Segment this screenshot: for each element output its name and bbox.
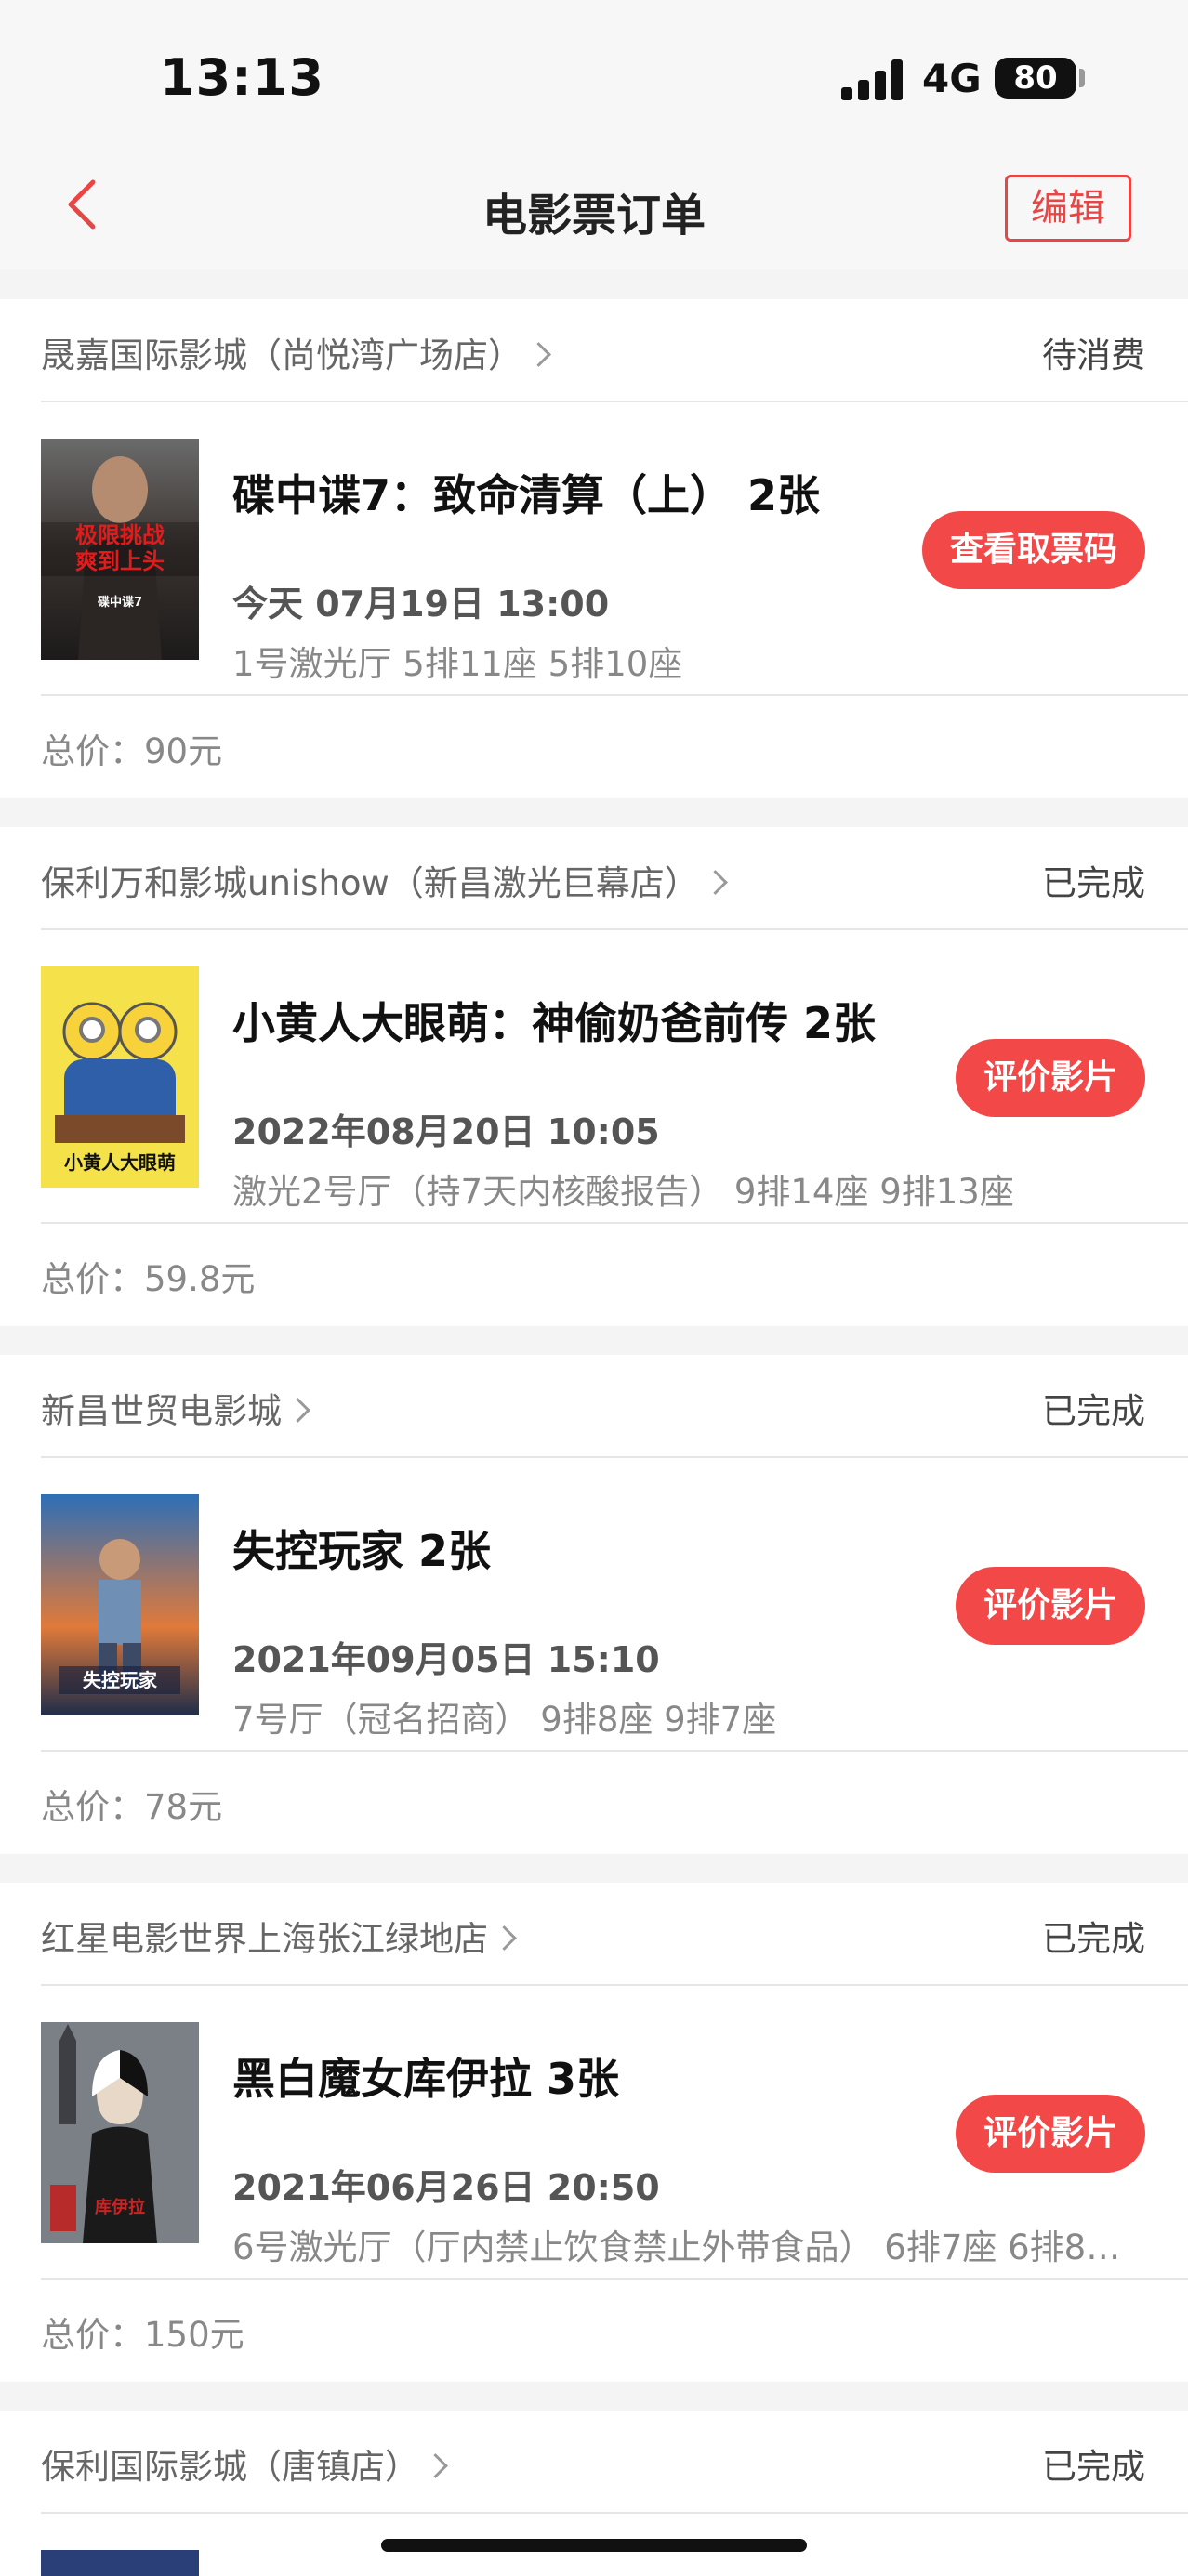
cinema-header[interactable]: 新昌世贸电影城 已完成 bbox=[0, 1355, 1188, 1457]
order-card[interactable]: 保利万和影城unishow（新昌激光巨幕店） 已完成 小黄人大眼萌 小黄人大眼萌… bbox=[0, 827, 1188, 1326]
divider bbox=[41, 1750, 1188, 1752]
seat-info: 1号激光厅 5排11座 5排10座 bbox=[232, 644, 683, 684]
divider bbox=[41, 2512, 1188, 2514]
cinema-header[interactable]: 红星电影世界上海张江绿地店 已完成 bbox=[0, 1883, 1188, 1985]
movie-title: 小黄人大眼萌：神偷奶爸前传 2张 bbox=[232, 998, 877, 1048]
poster-art: 小黄人大眼萌 bbox=[41, 966, 199, 1188]
order-card[interactable]: 新昌世贸电影城 已完成 失控玩家 失控玩家 2张 2021年09月05日 15:… bbox=[0, 1355, 1188, 1854]
back-icon[interactable] bbox=[56, 177, 112, 232]
network-type: 4G bbox=[922, 56, 982, 101]
order-status: 已完成 bbox=[1042, 863, 1145, 903]
cinema-name: 保利国际影城（唐镇店） bbox=[41, 2447, 419, 2487]
cinema-name: 红星电影世界上海张江绿地店 bbox=[41, 1919, 488, 1959]
cinema-header[interactable]: 晟嘉国际影城（尚悦湾广场店） 待消费 bbox=[0, 299, 1188, 401]
edit-button[interactable]: 编辑 bbox=[1005, 175, 1131, 242]
cinema-name: 保利万和影城unishow（新昌激光巨幕店） bbox=[41, 863, 699, 903]
cinema-name-wrap: 保利万和影城unishow（新昌激光巨幕店） bbox=[41, 855, 728, 905]
showtime: 2021年09月05日 15:10 bbox=[232, 1639, 660, 1680]
poster-art: 失控玩家 bbox=[41, 1494, 199, 1715]
divider bbox=[41, 1456, 1188, 1458]
movie-poster[interactable]: 失控玩家 bbox=[41, 1494, 199, 1715]
poster-art: 极限挑战 爽到上头 碟中谍7 bbox=[41, 439, 199, 660]
total-price: 总价：150元 bbox=[41, 2315, 244, 2355]
battery-cap bbox=[1079, 69, 1085, 87]
cinema-name: 新昌世贸电影城 bbox=[41, 1391, 282, 1431]
rate-movie-button[interactable]: 评价影片 bbox=[955, 1039, 1145, 1117]
divider bbox=[41, 2278, 1188, 2280]
order-status: 已完成 bbox=[1042, 2447, 1145, 2487]
movie-poster[interactable]: 库伊拉 bbox=[41, 2022, 199, 2243]
movie-poster[interactable] bbox=[41, 2550, 199, 2576]
svg-text:碟中谍7: 碟中谍7 bbox=[98, 595, 142, 610]
svg-text:失控玩家: 失控玩家 bbox=[83, 1669, 158, 1691]
status-bar: 13:13 4G 80 bbox=[0, 0, 1188, 149]
showtime: 2022年08月20日 10:05 bbox=[232, 1111, 660, 1152]
divider bbox=[41, 401, 1188, 402]
divider bbox=[41, 694, 1188, 696]
chevron-right-icon bbox=[492, 1925, 517, 1951]
divider bbox=[41, 928, 1188, 930]
nav-bar: 电影票订单 编辑 bbox=[0, 149, 1188, 269]
cinema-name: 晟嘉国际影城（尚悦湾广场店） bbox=[41, 335, 522, 375]
svg-text:爽到上头: 爽到上头 bbox=[75, 548, 165, 574]
movie-title: 碟中谍7：致命清算（上） 2张 bbox=[232, 470, 821, 520]
cinema-header[interactable]: 保利万和影城unishow（新昌激光巨幕店） 已完成 bbox=[0, 827, 1188, 929]
cinema-name-wrap: 新昌世贸电影城 bbox=[41, 1383, 310, 1433]
seat-info: 7号厅（冠名招商） 9排8座 9排7座 bbox=[232, 1700, 777, 1740]
movie-title: 失控玩家 2张 bbox=[232, 1526, 492, 1576]
movie-title: 黑白魔女库伊拉 3张 bbox=[232, 2054, 620, 2104]
svg-text:极限挑战: 极限挑战 bbox=[75, 522, 165, 548]
movie-poster[interactable]: 小黄人大眼萌 bbox=[41, 966, 199, 1188]
seat-info: 激光2号厅（持7天内核酸报告） 9排14座 9排13座 bbox=[232, 1172, 1014, 1212]
showtime: 今天 07月19日 13:00 bbox=[232, 584, 610, 624]
chevron-right-icon bbox=[526, 342, 551, 367]
cinema-name-wrap: 保利国际影城（唐镇店） bbox=[41, 2438, 448, 2489]
chevron-right-icon bbox=[285, 1398, 310, 1423]
rate-movie-button[interactable]: 评价影片 bbox=[955, 2095, 1145, 2173]
order-card[interactable]: 红星电影世界上海张江绿地店 已完成 库伊拉 黑白魔女库伊拉 3张 2021年06… bbox=[0, 1883, 1188, 2382]
chevron-right-icon bbox=[423, 2453, 448, 2478]
rate-movie-button[interactable]: 评价影片 bbox=[955, 1567, 1145, 1645]
svg-text:小黄人大眼萌: 小黄人大眼萌 bbox=[64, 1151, 176, 1174]
status-time: 13:13 bbox=[160, 48, 324, 107]
order-status: 待消费 bbox=[1042, 335, 1145, 375]
divider bbox=[41, 1222, 1188, 1224]
home-indicator[interactable] bbox=[381, 2539, 807, 2552]
total-price: 总价：78元 bbox=[41, 1787, 223, 1827]
divider bbox=[41, 1984, 1188, 1986]
cinema-name-wrap: 晟嘉国际影城（尚悦湾广场店） bbox=[41, 327, 551, 377]
total-price: 总价：90元 bbox=[41, 731, 223, 771]
order-card[interactable]: 晟嘉国际影城（尚悦湾广场店） 待消费 极限挑战 爽到上头 碟中谍7 碟中谍7：致… bbox=[0, 299, 1188, 798]
signal-icon bbox=[841, 58, 906, 100]
battery-icon: 80 bbox=[995, 58, 1076, 99]
showtime: 2021年06月26日 20:50 bbox=[232, 2167, 660, 2208]
order-status: 已完成 bbox=[1042, 1391, 1145, 1431]
poster-art: 库伊拉 bbox=[41, 2022, 199, 2243]
cinema-header[interactable]: 保利国际影城（唐镇店） 已完成 bbox=[0, 2411, 1188, 2513]
view-ticket-code-button[interactable]: 查看取票码 bbox=[921, 511, 1145, 589]
svg-text:库伊拉: 库伊拉 bbox=[95, 2197, 145, 2217]
order-status: 已完成 bbox=[1042, 1919, 1145, 1959]
seat-info: 6号激光厅（厅内禁止饮食禁止外带食品） 6排7座 6排8座 6排9座 bbox=[232, 2228, 1132, 2267]
movie-poster[interactable]: 极限挑战 爽到上头 碟中谍7 bbox=[41, 439, 199, 660]
chevron-right-icon bbox=[702, 870, 728, 895]
cinema-name-wrap: 红星电影世界上海张江绿地店 bbox=[41, 1911, 517, 1961]
total-price: 总价：59.8元 bbox=[41, 1259, 256, 1299]
